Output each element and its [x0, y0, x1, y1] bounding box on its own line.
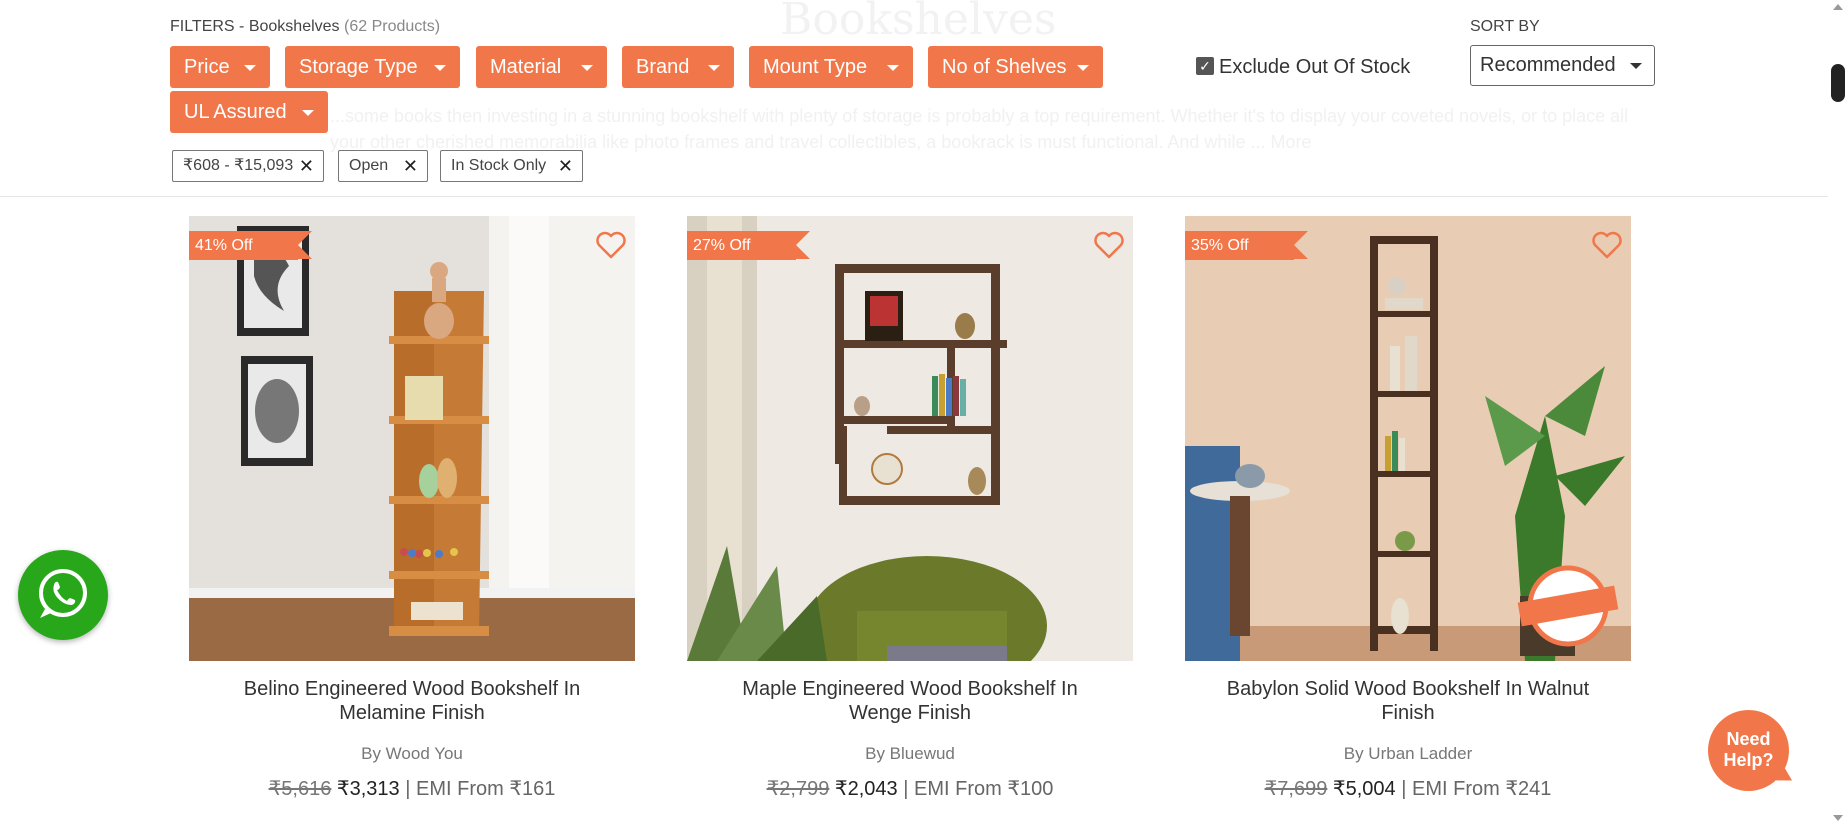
storage-type-filter-label: Storage Type	[299, 56, 418, 78]
product-image[interactable]: 35% Off	[1185, 216, 1631, 661]
mount-type-filter-label: Mount Type	[763, 56, 868, 78]
open-chip-label: Open	[349, 157, 389, 174]
whatsapp-button[interactable]	[18, 550, 108, 640]
open-chip: Open ✕	[338, 150, 428, 182]
material-filter-label: Material	[490, 56, 562, 78]
wall-bookshelf-image	[687, 216, 1133, 661]
price-range-chip-label: ₹608 - ₹15,093	[183, 157, 294, 174]
caret-down-icon	[302, 110, 314, 116]
caret-down-icon	[434, 65, 446, 71]
filters-heading-text: FILTERS - Bookshelves	[170, 18, 340, 35]
product-brand: By Urban Ladder	[1343, 744, 1473, 763]
discount-badge: 35% Off	[1185, 231, 1308, 260]
scrollbar[interactable]	[1828, 0, 1848, 827]
sale-price: ₹3,313	[336, 778, 400, 800]
scroll-down-arrow-icon[interactable]	[1833, 815, 1843, 821]
product-name-line2: Melamine Finish	[339, 702, 485, 724]
emi-text: | EMI From ₹100	[903, 778, 1054, 800]
filters-heading: FILTERS - Bookshelves (62 Products)	[170, 18, 440, 36]
original-price: ₹5,616	[268, 778, 332, 800]
caret-down-icon	[581, 65, 593, 71]
material-filter-dropdown[interactable]: Material	[476, 46, 607, 88]
scroll-thumb[interactable]	[1831, 64, 1845, 102]
scroll-up-arrow-icon[interactable]	[1833, 4, 1843, 10]
product-name-line2: Wenge Finish	[849, 702, 971, 724]
product-name[interactable]: Babylon Solid Wood Bookshelf In Walnut F…	[1165, 677, 1651, 725]
discount-badge: 41% Off	[189, 231, 312, 260]
caret-down-icon	[1077, 65, 1089, 71]
storage-type-filter-dropdown[interactable]: Storage Type	[285, 46, 460, 88]
whatsapp-icon	[39, 569, 87, 618]
product-image[interactable]: 27% Off	[687, 216, 1133, 661]
brand-filter-label: Brand	[636, 56, 690, 78]
exclude-out-of-stock-label: Exclude Out Of Stock	[1219, 56, 1411, 78]
heart-icon[interactable]	[1093, 230, 1125, 260]
emi-text: | EMI From ₹161	[405, 778, 556, 800]
heart-icon[interactable]	[595, 230, 627, 260]
close-icon[interactable]: ✕	[403, 151, 418, 181]
in-stock-only-chip-label: In Stock Only	[451, 157, 547, 174]
ul-assured-filter-dropdown[interactable]: UL Assured	[170, 91, 328, 133]
heart-icon[interactable]	[1591, 230, 1623, 260]
product-image[interactable]: 41% Off	[189, 216, 635, 661]
sort-select[interactable]: Recommended	[1470, 45, 1655, 86]
sale-price: ₹5,004	[1332, 778, 1396, 800]
close-icon[interactable]: ✕	[558, 151, 573, 181]
ul-assured-filter-label: UL Assured	[184, 101, 287, 123]
product-name[interactable]: Maple Engineered Wood Bookshelf In Wenge…	[667, 677, 1153, 725]
caret-down-icon	[708, 65, 720, 71]
sort-by-label: SORT BY	[1470, 18, 1540, 35]
emi-text: | EMI From ₹241	[1401, 778, 1552, 800]
product-count: (62 Products)	[344, 18, 441, 35]
ul-assured-seal-icon	[1517, 565, 1619, 647]
mount-type-filter-dropdown[interactable]: Mount Type	[749, 46, 913, 88]
caret-down-icon	[244, 65, 256, 71]
product-name[interactable]: Belino Engineered Wood Bookshelf In Mela…	[169, 677, 655, 725]
need-help-button[interactable]: Need Help?	[1708, 710, 1789, 791]
price-filter-label: Price	[184, 56, 230, 78]
product-price: ₹7,699 ₹5,004 | EMI From ₹241	[1165, 776, 1651, 801]
product-name-line1: Babylon Solid Wood Bookshelf In Walnut	[1226, 678, 1590, 700]
no-of-shelves-filter-label: No of Shelves	[942, 56, 1067, 78]
original-price: ₹2,799	[766, 778, 830, 800]
sale-price: ₹2,043	[834, 778, 898, 800]
discount-badge: 27% Off	[687, 231, 810, 260]
filter-bar: FILTERS - Bookshelves (62 Products) Pric…	[0, 0, 1828, 197]
close-icon[interactable]: ✕	[299, 151, 314, 181]
no-of-shelves-filter-dropdown[interactable]: No of Shelves	[928, 46, 1103, 88]
caret-down-icon	[1630, 63, 1642, 69]
original-price: ₹7,699	[1264, 778, 1328, 800]
product-name-line1: Belino Engineered Wood Bookshelf In	[243, 678, 581, 700]
brand-filter-dropdown[interactable]: Brand	[622, 46, 734, 88]
product-brand: By Wood You	[361, 744, 463, 763]
price-filter-dropdown[interactable]: Price	[170, 46, 270, 88]
price-range-chip: ₹608 - ₹15,093 ✕	[172, 150, 324, 182]
product-name-line2: Finish	[1381, 702, 1435, 724]
product-name-line1: Maple Engineered Wood Bookshelf In	[742, 678, 1078, 700]
need-help-line1: Need	[1726, 729, 1771, 749]
in-stock-only-chip: In Stock Only ✕	[440, 150, 583, 182]
product-price: ₹5,616 ₹3,313 | EMI From ₹161	[169, 776, 655, 801]
exclude-out-of-stock-checkbox[interactable]: ✓	[1196, 57, 1214, 75]
corner-bookshelf-image	[189, 216, 635, 661]
need-help-line2: Help?	[1723, 750, 1774, 770]
sort-selected-value: Recommended	[1480, 54, 1616, 76]
caret-down-icon	[887, 65, 899, 71]
product-brand: By Bluewud	[865, 744, 955, 763]
product-price: ₹2,799 ₹2,043 | EMI From ₹100	[667, 776, 1153, 801]
